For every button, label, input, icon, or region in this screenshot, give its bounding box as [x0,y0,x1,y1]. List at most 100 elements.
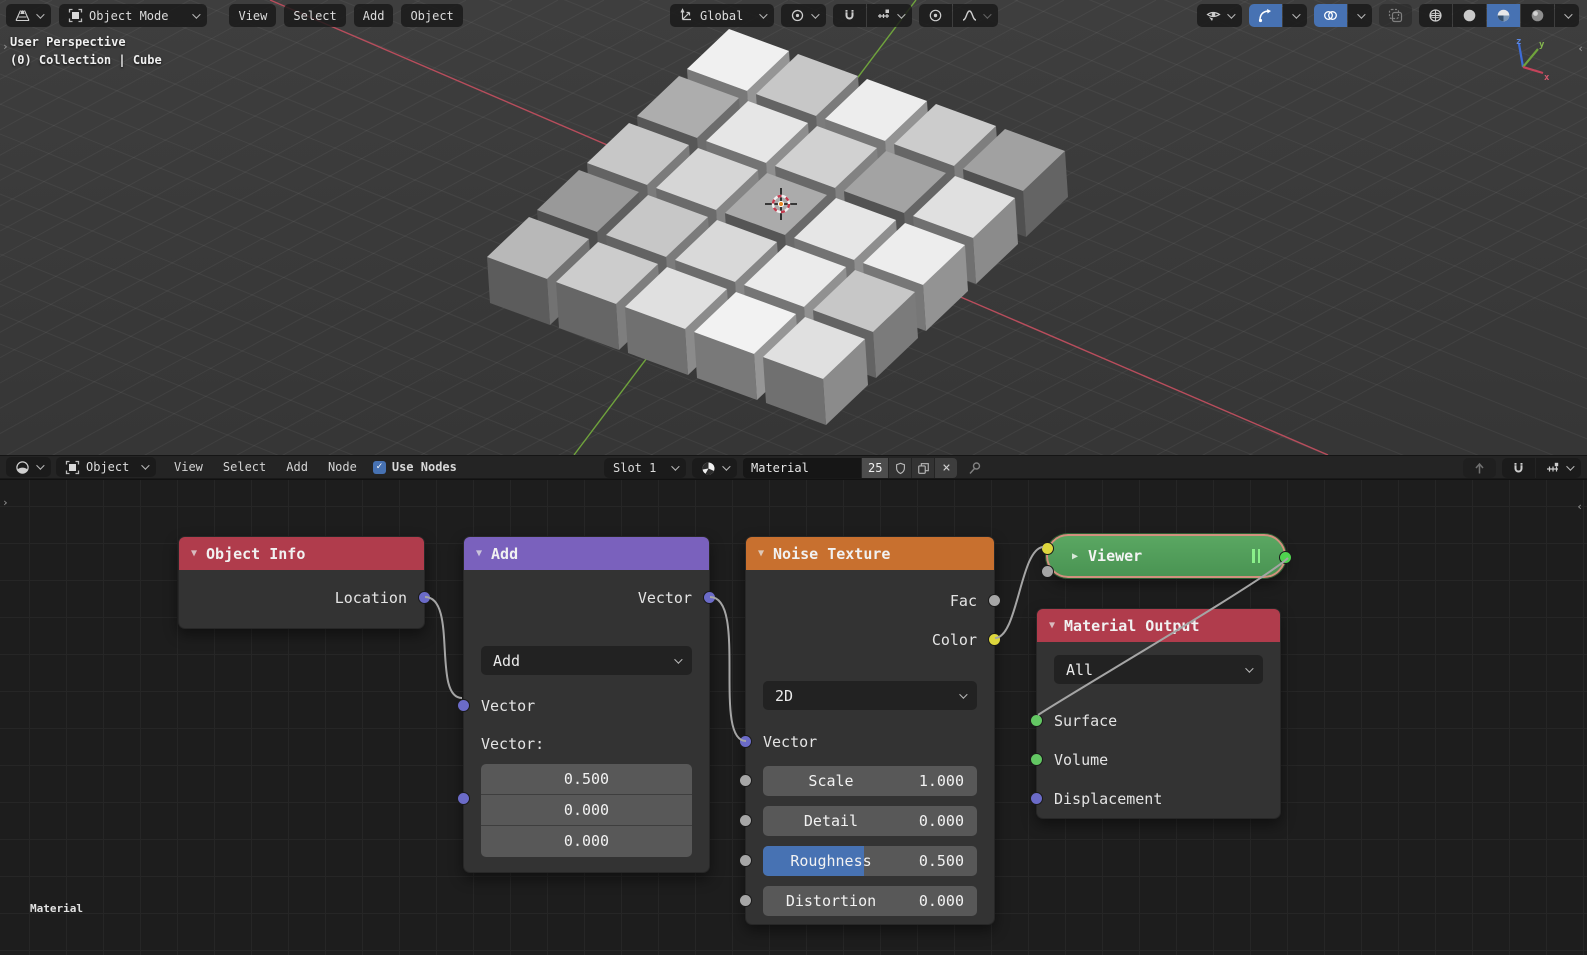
socket-surface-input[interactable] [1030,714,1043,727]
vector-z-field[interactable]: 0.000 [481,826,692,857]
collapse-triangle-icon[interactable]: ▼ [191,548,197,559]
user-count-button[interactable]: 25 [862,458,888,478]
socket-location-output[interactable] [418,591,431,604]
node-material-output[interactable]: ▼ Material Output All Surface Volume Dis… [1036,608,1281,819]
pause-icon[interactable] [1252,549,1260,563]
menu-object[interactable]: Object [401,4,462,27]
editor-type-button-shader[interactable] [6,457,51,477]
toolbar-expand-arrow[interactable]: › [2,40,9,53]
roughness-slider[interactable]: Roughness0.500 [763,846,977,876]
shading-solid-button[interactable] [1453,4,1486,27]
material-name-field[interactable]: Material [743,458,861,478]
dimensions-dropdown[interactable]: 2D [763,681,977,710]
overlays-dropdown[interactable] [1348,4,1372,27]
socket-fac-output[interactable] [988,594,1001,607]
menu-node-node[interactable]: Node [318,460,367,474]
new-material-copy-button[interactable] [912,458,934,478]
shader-node-canvas[interactable]: › ‹ ▼ Object Info Location ▼ Add Vector … [0,480,1587,955]
collection-object-label: (0) Collection | Cube [10,51,162,69]
shading-wireframe-button[interactable] [1419,4,1452,27]
socket-color-output[interactable] [988,633,1001,646]
proportional-falloff-selector[interactable] [953,4,998,27]
global-axes-icon [679,8,694,23]
target-dropdown[interactable]: All [1054,655,1263,684]
collapse-triangle-icon[interactable]: ▼ [476,548,482,559]
fake-user-shield-button[interactable] [889,458,911,478]
node-noise-texture[interactable]: ▼ Noise Texture Fac Color 2D Vector Scal… [745,536,995,925]
node-toolbar-expand-arrow[interactable]: › [2,496,9,509]
socket-vector-input-2[interactable] [457,792,470,805]
chevron-down-icon [674,655,682,663]
pivot-point-selector[interactable] [781,4,826,27]
menu-add[interactable]: Add [354,4,394,27]
sidebar-expand-arrow[interactable]: ‹ [1577,42,1584,55]
slot-label: Slot 1 [613,461,656,475]
node-object-info[interactable]: ▼ Object Info Location [178,536,425,629]
go-to-parent-tree-button[interactable] [1463,458,1496,478]
socket-viewer-color-input[interactable] [1041,542,1054,555]
gizmos-toggle[interactable] [1249,4,1282,27]
show-gizmo-selector[interactable] [1197,4,1242,27]
socket-volume-input[interactable] [1030,753,1043,766]
menu-select[interactable]: Select [284,4,345,27]
socket-vector-input[interactable] [739,735,752,748]
node-title: Noise Texture [773,545,890,563]
slot-selector[interactable]: Slot 1 [604,458,686,478]
snap-settings[interactable] [867,4,912,27]
snap-grid-icon [1545,461,1560,476]
mode-selector[interactable]: Object Mode [59,4,207,27]
node-snap-toggle[interactable] [1502,458,1535,478]
chevron-down-icon [1227,10,1235,18]
socket-vector-output[interactable] [703,591,716,604]
navigation-gizmo[interactable]: z y x [1497,36,1549,88]
node-tree-path-label: Material [30,902,83,915]
socket-distortion-input[interactable] [739,894,752,907]
transform-orientation-selector[interactable]: Global [670,4,774,27]
collapsed-triangle-icon[interactable]: ▶ [1072,551,1078,562]
menu-select-node[interactable]: Select [213,460,276,474]
socket-vector-input-1[interactable] [457,699,470,712]
unlink-material-button[interactable]: × [935,458,957,478]
xray-toggle[interactable] [1379,4,1412,27]
gizmos-dropdown[interactable] [1283,4,1307,27]
operation-dropdown[interactable]: Add [481,646,692,675]
menu-view-node[interactable]: View [164,460,213,474]
shading-rendered-button[interactable] [1521,4,1554,27]
vector-x-field[interactable]: 0.500 [481,764,692,795]
distortion-slider[interactable]: Distortion0.000 [763,886,977,916]
overlays-toggle[interactable] [1314,4,1347,27]
socket-scale-input[interactable] [739,774,752,787]
node-title: Add [491,545,518,563]
3d-viewport[interactable]: Object Mode View Select Add Object Globa… [0,0,1587,455]
scale-slider[interactable]: Scale1.000 [763,766,977,796]
socket-viewer-weight-input[interactable] [1041,565,1054,578]
node-vector-math[interactable]: ▼ Add Vector Add Vector Vector: 0.500 0.… [463,536,710,873]
use-nodes-checkbox[interactable]: ✓ Use Nodes [373,460,457,474]
arrow-up-icon [1472,461,1487,476]
shading-dropdown[interactable] [1555,4,1579,27]
socket-displacement-input[interactable] [1030,792,1043,805]
collapse-triangle-icon[interactable]: ▼ [758,548,764,559]
vector-y-field[interactable]: 0.000 [481,795,692,826]
detail-slider[interactable]: Detail0.000 [763,806,977,836]
pin-icon[interactable] [967,461,982,476]
shader-type-selector[interactable]: Object [56,457,156,477]
shading-material-button[interactable] [1487,4,1520,27]
node-snap-settings[interactable] [1536,458,1581,478]
socket-roughness-input[interactable] [739,854,752,867]
socket-detail-input[interactable] [739,814,752,827]
proportional-editing-toggle[interactable] [919,4,952,27]
material-browse-button[interactable] [692,458,737,478]
node-sidebar-expand-arrow[interactable]: ‹ [1576,500,1583,513]
collapse-triangle-icon[interactable]: ▼ [1049,620,1055,631]
socket-viewer-output[interactable] [1279,551,1292,564]
editor-type-button[interactable] [6,4,51,27]
snap-toggle[interactable] [833,4,866,27]
viewport-header: Object Mode View Select Add Object Globa… [6,4,1581,27]
menu-add-node[interactable]: Add [276,460,318,474]
material-preview-sphere-icon [1496,8,1511,23]
node-title: Object Info [206,545,305,563]
output-vector-label: Vector [464,587,709,609]
menu-view[interactable]: View [229,4,276,27]
node-viewer[interactable]: ▶ Viewer [1046,534,1286,578]
